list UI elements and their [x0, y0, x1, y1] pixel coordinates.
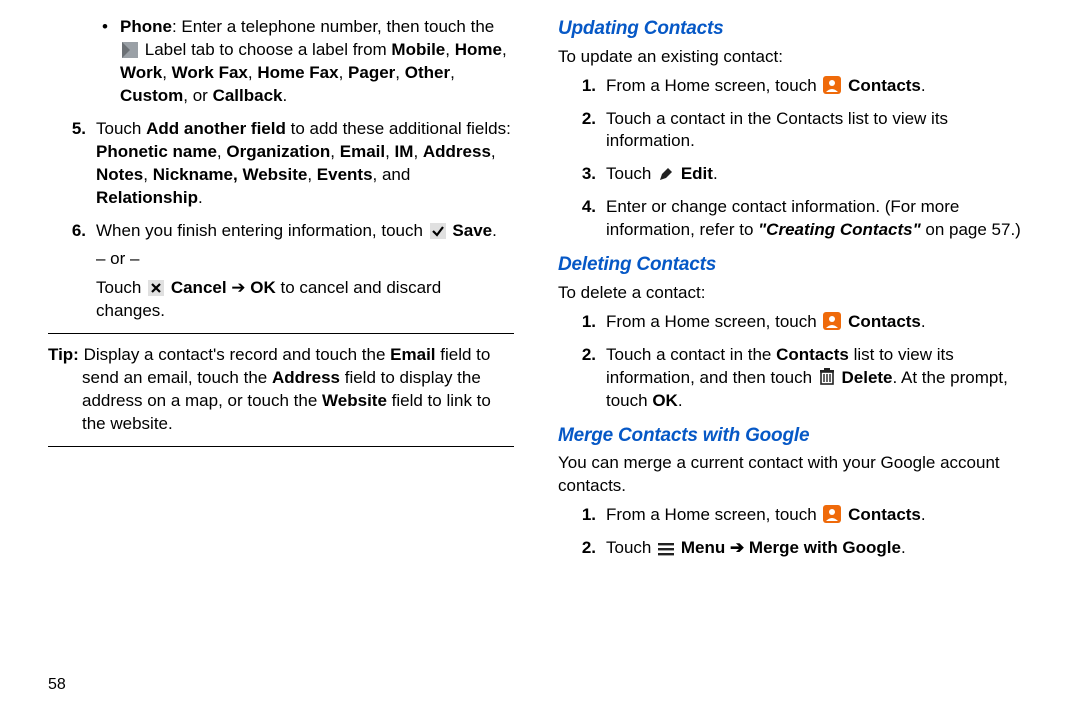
- step-5: 5. Touch Add another field to add these …: [48, 118, 514, 210]
- step-u4: 4. Enter or change contact information. …: [558, 196, 1024, 242]
- page-number: 58: [48, 674, 66, 696]
- add-another-field: Add another field: [146, 119, 286, 138]
- opt: Pager: [348, 63, 395, 82]
- bullet-body: Phone: Enter a telephone number, then to…: [120, 16, 514, 108]
- text: : Enter a telephone number, then touch t…: [172, 17, 494, 36]
- cross-reference: "Creating Contacts": [758, 220, 921, 239]
- trash-icon: [819, 368, 835, 386]
- bullet-dot: •: [102, 16, 120, 39]
- save-label: Save: [452, 221, 492, 240]
- right-column: Updating Contacts To update an existing …: [558, 16, 1032, 720]
- heading-updating: Updating Contacts: [558, 16, 1024, 42]
- intro-text: You can merge a current contact with you…: [558, 452, 1024, 498]
- checkmark-icon: [430, 223, 446, 239]
- step-u2: 2. Touch a contact in the Contacts list …: [558, 108, 1024, 154]
- opt: Home: [455, 40, 502, 59]
- step-body: Touch Add another field to add these add…: [96, 118, 514, 210]
- tip-box: Tip: Display a contact's record and touc…: [48, 333, 514, 447]
- step-6: 6. When you finish entering information,…: [48, 220, 514, 324]
- x-icon: [148, 280, 164, 296]
- step-d1: 1. From a Home screen, touch Contacts.: [558, 311, 1024, 334]
- opt: Mobile: [391, 40, 445, 59]
- opt: Custom: [120, 86, 183, 105]
- heading-merge: Merge Contacts with Google: [558, 423, 1024, 449]
- text: tab to choose a label from: [191, 40, 391, 59]
- menu-icon: [658, 542, 674, 556]
- step-u1: 1. From a Home screen, touch Contacts.: [558, 75, 1024, 98]
- tip-lead: Tip:: [48, 345, 79, 364]
- opt: Home Fax: [257, 63, 338, 82]
- left-column: • Phone: Enter a telephone number, then …: [48, 16, 522, 720]
- intro-text: To update an existing contact:: [558, 46, 1024, 69]
- step-body: When you finish entering information, to…: [96, 220, 514, 324]
- opt: Work Fax: [172, 63, 248, 82]
- contacts-icon: [823, 312, 841, 330]
- bullet-phone: • Phone: Enter a telephone number, then …: [48, 16, 514, 108]
- step-number: 5.: [48, 118, 96, 141]
- label-tab-icon: [122, 42, 138, 58]
- opt: Callback: [213, 86, 283, 105]
- pencil-icon: [658, 166, 674, 182]
- cancel-label: Cancel: [171, 278, 227, 297]
- contacts-icon: [823, 76, 841, 94]
- contacts-icon: [823, 505, 841, 523]
- step-m2: 2. Touch Menu ➔ Merge with Google.: [558, 537, 1024, 560]
- opt: Work: [120, 63, 162, 82]
- or-separator: – or –: [96, 248, 514, 271]
- ok-label: OK: [250, 278, 276, 297]
- phone-label: Phone: [120, 17, 172, 36]
- opt: Other: [405, 63, 450, 82]
- manual-page: • Phone: Enter a telephone number, then …: [0, 0, 1080, 720]
- step-u3: 3. Touch Edit.: [558, 163, 1024, 186]
- step-number: 6.: [48, 220, 96, 243]
- step-m1: 1. From a Home screen, touch Contacts.: [558, 504, 1024, 527]
- intro-text: To delete a contact:: [558, 282, 1024, 305]
- step-d2: 2. Touch a contact in the Contacts list …: [558, 344, 1024, 413]
- heading-deleting: Deleting Contacts: [558, 252, 1024, 278]
- text: Label: [145, 40, 187, 59]
